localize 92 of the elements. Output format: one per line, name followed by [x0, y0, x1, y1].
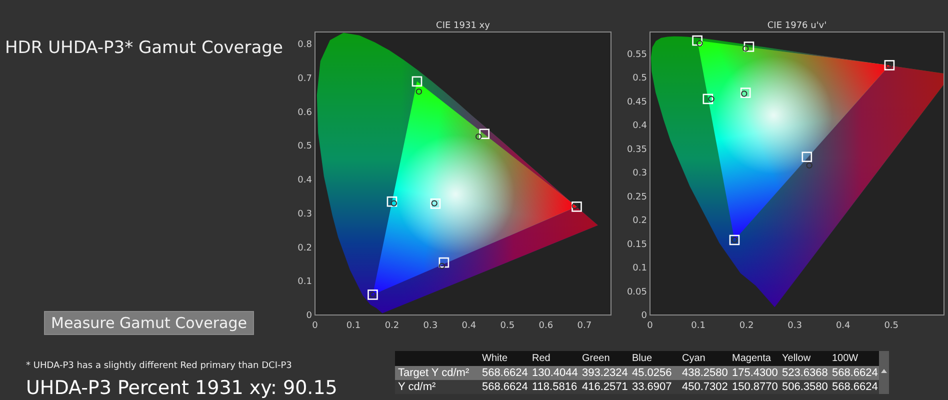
- column-header: Cyan: [679, 351, 729, 366]
- table-cell: 130.4044: [529, 366, 579, 380]
- axis-tick-label: 0.7: [298, 74, 312, 84]
- axis-tick-label: 0.3: [298, 209, 312, 220]
- target-marker: [572, 202, 582, 212]
- measured-marker: [696, 40, 703, 46]
- axis-tick-label: 0.4: [836, 321, 850, 331]
- target-marker: [430, 198, 441, 209]
- axis-tick-label: 0.1: [298, 277, 312, 288]
- axis-tick-label: 0.35: [626, 144, 647, 155]
- axis-tick-label: 0.5: [632, 74, 647, 84]
- axis-tick-label: 0.2: [384, 321, 400, 331]
- axis-tick-label: 0.1: [632, 264, 647, 274]
- axis-tick-label: 0: [647, 321, 653, 331]
- measure-button[interactable]: Measure Gamut Coverage: [44, 311, 254, 335]
- target-marker: [740, 88, 751, 98]
- target-marker: [386, 196, 398, 207]
- chart-title: CIE 1976 u'v': [767, 21, 827, 31]
- table-cell: 33.6907: [629, 380, 679, 394]
- table-cell: 506.3580: [779, 380, 829, 394]
- page-title: HDR UHDA-P3* Gamut Coverage: [4, 38, 284, 58]
- table-cell: 118.5816: [529, 380, 579, 394]
- table-cell: 416.2571: [579, 380, 629, 394]
- column-header: Red: [529, 351, 579, 366]
- axis-tick-label: 0.3: [632, 168, 647, 179]
- axis-tick-label: 0.4: [298, 176, 312, 186]
- table-cell: 523.6368: [779, 366, 829, 380]
- chart-title: CIE 1931 xy: [436, 21, 490, 31]
- column-header: White: [479, 351, 529, 366]
- table-cell: 450.7302: [679, 380, 729, 394]
- target-marker: [802, 152, 812, 162]
- axis-tick-label: 0.2: [298, 243, 312, 254]
- axis-tick-label: 0.1: [346, 321, 361, 331]
- axis-tick-label: 0.3: [788, 321, 802, 331]
- measured-marker: [708, 96, 714, 102]
- axis-tick-label: 0.25: [626, 192, 647, 202]
- table-cell: 568.6624: [829, 380, 879, 394]
- axis-tick-label: 0.45: [626, 97, 647, 108]
- axis-tick-label: 0.2: [632, 216, 647, 226]
- measured-marker: [886, 62, 892, 69]
- axis-tick-label: 0.1: [691, 321, 706, 331]
- axis-tick-label: 0.55: [626, 50, 647, 60]
- axis-tick-label: 0.05: [626, 287, 647, 298]
- row-label[interactable]: Y cd/m²: [395, 380, 479, 394]
- axis-tick-label: 0.8: [298, 40, 312, 50]
- axis-tick-label: 0.2: [739, 321, 754, 331]
- table-cell: 438.2580: [679, 366, 729, 380]
- axis-tick-label: 0.6: [298, 108, 312, 118]
- axis-tick-label: 0: [641, 311, 647, 321]
- table-cell: 568.6624: [829, 366, 879, 380]
- scrollbar[interactable]: [879, 351, 889, 394]
- axis-tick-label: 0.15: [626, 240, 647, 250]
- axis-tick-label: 0.5: [298, 142, 312, 152]
- table-cell: 568.6624: [479, 380, 529, 394]
- target-marker: [744, 42, 754, 52]
- target-marker: [884, 60, 895, 70]
- axis-tick-label: 0: [312, 321, 318, 331]
- table-cell: 393.2324: [579, 366, 629, 380]
- target-marker: [692, 35, 702, 46]
- column-header: Magenta: [729, 351, 779, 366]
- table-cell: 568.6624: [479, 366, 529, 380]
- axis-tick-label: 0.3: [423, 321, 438, 331]
- axis-tick-label: 0.5: [884, 321, 899, 331]
- axis-tick-label: 0.7: [577, 321, 592, 331]
- column-header: Yellow: [779, 351, 829, 366]
- measured-marker: [476, 134, 482, 140]
- table-cell: 45.0256: [629, 366, 679, 380]
- column-header: Green: [579, 351, 629, 366]
- measured-marker: [806, 162, 812, 169]
- measured-marker: [416, 88, 422, 95]
- axis-tick-label: 0.4: [632, 121, 647, 132]
- measured-marker: [741, 90, 748, 97]
- measured-marker: [431, 200, 438, 206]
- target-marker: [412, 76, 422, 87]
- column-header: 100W: [829, 351, 879, 366]
- table-cell: 150.8770: [729, 380, 779, 394]
- percent-heading: UHDA-P3 Percent 1931 xy: 90.15: [26, 377, 338, 399]
- target-marker: [702, 94, 714, 104]
- target-marker: [479, 128, 490, 140]
- axis-tick-label: 0.4: [462, 321, 476, 331]
- measured-marker: [742, 46, 749, 52]
- axis-tick-label: 0.6: [538, 321, 554, 331]
- measured-marker: [572, 202, 578, 210]
- table-cell: 175.4300: [729, 366, 779, 380]
- target-marker: [438, 257, 450, 268]
- axis-tick-label: 0: [306, 311, 312, 321]
- measured-marker: [438, 262, 446, 270]
- row-label[interactable]: Target Y cd/m²: [395, 366, 479, 380]
- footnote: * UHDA-P3 has a slightly different Red primary than DCI-P3: [26, 361, 293, 371]
- axis-tick-label: 0.5: [500, 321, 515, 331]
- column-header: Blue: [629, 351, 679, 366]
- measured-marker: [390, 200, 397, 206]
